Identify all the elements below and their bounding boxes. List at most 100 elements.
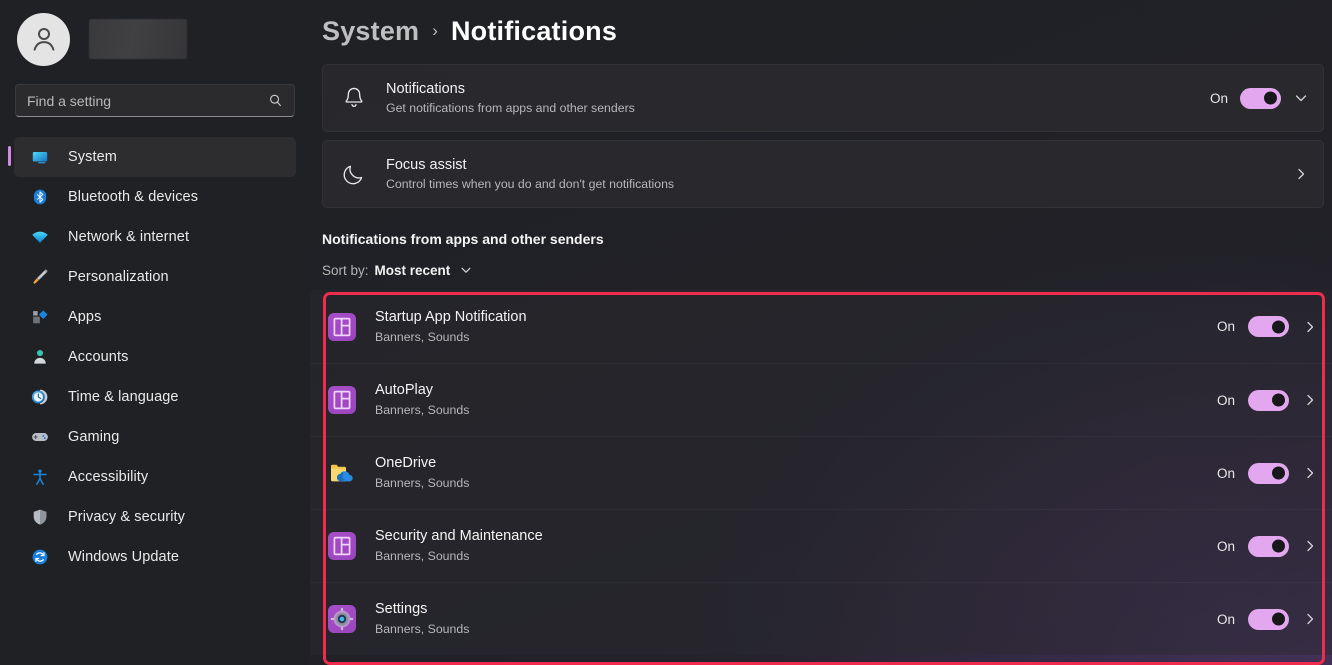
chevron-down-icon[interactable]	[459, 263, 473, 277]
chevron-right-icon[interactable]	[1302, 465, 1318, 481]
main-content: System › Notifications Notifications Get…	[310, 0, 1332, 665]
card-title: Focus assist	[386, 156, 467, 173]
wifi-icon	[30, 227, 50, 247]
chevron-right-icon[interactable]	[1302, 392, 1318, 408]
app-name: OneDrive	[375, 455, 437, 471]
toggle-state-label: On	[1216, 392, 1235, 408]
card-title: Notifications	[386, 80, 465, 97]
chevron-down-icon[interactable]	[1293, 90, 1309, 106]
app-name: Security and Maintenance	[375, 528, 543, 544]
app-name: Settings	[375, 601, 428, 617]
breadcrumb: System › Notifications	[310, 0, 1332, 50]
search-box[interactable]	[15, 84, 295, 117]
app-detail: Banners, Sounds	[375, 549, 470, 563]
settings-gear-app-icon	[328, 605, 356, 633]
window-tile-app-icon	[328, 386, 356, 414]
sidebar-item-label: Gaming	[68, 429, 120, 445]
sidebar-item-label: Bluetooth & devices	[68, 189, 199, 205]
app-notification-row[interactable]: OneDrive Banners, Sounds On	[310, 436, 1332, 509]
card-controls: On	[1209, 87, 1309, 109]
sidebar-item-network-internet[interactable]: Network & internet	[14, 217, 296, 257]
gamepad-icon	[30, 427, 50, 447]
app-controls: On	[1216, 462, 1318, 484]
paintbrush-icon	[30, 267, 50, 287]
notifications-toggle[interactable]	[1240, 87, 1281, 109]
app-notification-list: Startup App Notification Banners, Sounds O…	[310, 290, 1332, 655]
app-name: Startup App Notification	[375, 308, 527, 325]
window-tile-app-icon	[328, 312, 356, 341]
window-tile-app-icon	[328, 532, 356, 560]
sidebar-item-label: System	[68, 149, 117, 165]
app-notification-row[interactable]: Settings Banners, Sounds On	[310, 582, 1332, 655]
app-notification-row[interactable]: Startup App Notification Banners, Sounds O…	[310, 290, 1332, 363]
sidebar-item-system[interactable]: System	[8, 137, 296, 177]
sidebar-item-label: Privacy & security	[68, 509, 186, 525]
onedrive-folder-cloud-icon	[328, 459, 356, 487]
app-controls: On	[1216, 389, 1318, 411]
breadcrumb-separator: ›	[432, 21, 438, 40]
app-notification-row[interactable]: AutoPlay Banners, Sounds On	[310, 363, 1332, 436]
sidebar-item-privacy-security[interactable]: Privacy & security	[14, 497, 296, 537]
sort-label: Sort by:	[322, 262, 369, 278]
system-monitor-icon	[30, 147, 50, 167]
breadcrumb-parent[interactable]: System	[322, 16, 419, 47]
sidebar-item-label: Network & internet	[68, 229, 190, 245]
app-notification-toggle[interactable]	[1248, 535, 1289, 557]
card-focus-assist[interactable]: Focus assist Control times when you do a…	[322, 140, 1324, 208]
search-input[interactable]	[27, 92, 268, 109]
sidebar-item-time-language[interactable]: Time & language	[14, 377, 296, 417]
app-detail: Banners, Sounds	[375, 476, 470, 490]
toggle-state-label: On	[1216, 465, 1235, 481]
sidebar-item-apps[interactable]: Apps	[14, 297, 296, 337]
app-controls: On	[1216, 535, 1318, 557]
sidebar-item-label: Windows Update	[68, 549, 180, 565]
apps-icon	[30, 307, 50, 327]
section-heading: Notifications from apps and other sender…	[322, 231, 604, 247]
app-notification-toggle[interactable]	[1248, 389, 1289, 411]
sidebar-item-label: Apps	[68, 309, 102, 325]
moon-icon	[341, 161, 367, 187]
chevron-right-icon[interactable]	[1302, 611, 1318, 627]
search-container	[15, 84, 295, 117]
toggle-state-label: On	[1216, 319, 1235, 334]
sidebar-nav: System Bluetooth & devices Network & inter…	[0, 137, 310, 577]
app-detail: Banners, Sounds	[375, 622, 470, 636]
toggle-state-label: On	[1216, 611, 1235, 627]
toggle-state-label: On	[1209, 90, 1228, 106]
person-avatar-icon	[33, 28, 54, 51]
account-person-icon	[30, 347, 50, 367]
sidebar-item-gaming[interactable]: Gaming	[14, 417, 296, 457]
app-notification-row[interactable]: Security and Maintenance Banners, Sounds O…	[310, 509, 1332, 582]
search-icon	[268, 93, 283, 108]
chevron-right-icon[interactable]	[1293, 166, 1309, 182]
sidebar-item-accounts[interactable]: Accounts	[14, 337, 296, 377]
app-notification-toggle[interactable]	[1248, 316, 1289, 337]
accessibility-icon	[30, 467, 50, 487]
app-detail: Banners, Sounds	[375, 403, 470, 417]
sidebar-item-personalization[interactable]: Personalization	[14, 257, 296, 297]
app-name: AutoPlay	[375, 382, 434, 398]
app-detail: Banners, Sounds	[375, 329, 470, 344]
sidebar-item-label: Accessibility	[68, 469, 149, 485]
sidebar-item-label: Personalization	[68, 269, 169, 285]
app-notification-toggle[interactable]	[1248, 462, 1289, 484]
user-profile[interactable]	[0, 0, 310, 66]
username-redacted	[89, 19, 187, 59]
sidebar-item-bluetooth-devices[interactable]: Bluetooth & devices	[14, 177, 296, 217]
chevron-right-icon[interactable]	[1302, 319, 1318, 335]
sidebar-item-accessibility[interactable]: Accessibility	[14, 457, 296, 497]
card-subtitle: Get notifications from apps and other se…	[386, 100, 635, 115]
app-controls: On	[1216, 608, 1318, 630]
page-title: Notifications	[450, 15, 618, 46]
sort-value: Most recent	[374, 262, 451, 278]
card-notifications[interactable]: Notifications Get notifications from app…	[322, 64, 1324, 132]
sidebar-item-label: Time & language	[68, 389, 179, 405]
sidebar: System Bluetooth & devices Network & inter…	[0, 0, 310, 665]
toggle-state-label: On	[1216, 538, 1235, 554]
chevron-right-icon[interactable]	[1302, 538, 1318, 554]
sort-control[interactable]: Sort by: Most recent	[310, 260, 1332, 280]
settings-cards: Notifications Get notifications from app…	[310, 50, 1332, 208]
app-notification-toggle[interactable]	[1248, 608, 1289, 630]
update-refresh-icon	[30, 547, 50, 567]
sidebar-item-windows-update[interactable]: Windows Update	[14, 537, 296, 577]
